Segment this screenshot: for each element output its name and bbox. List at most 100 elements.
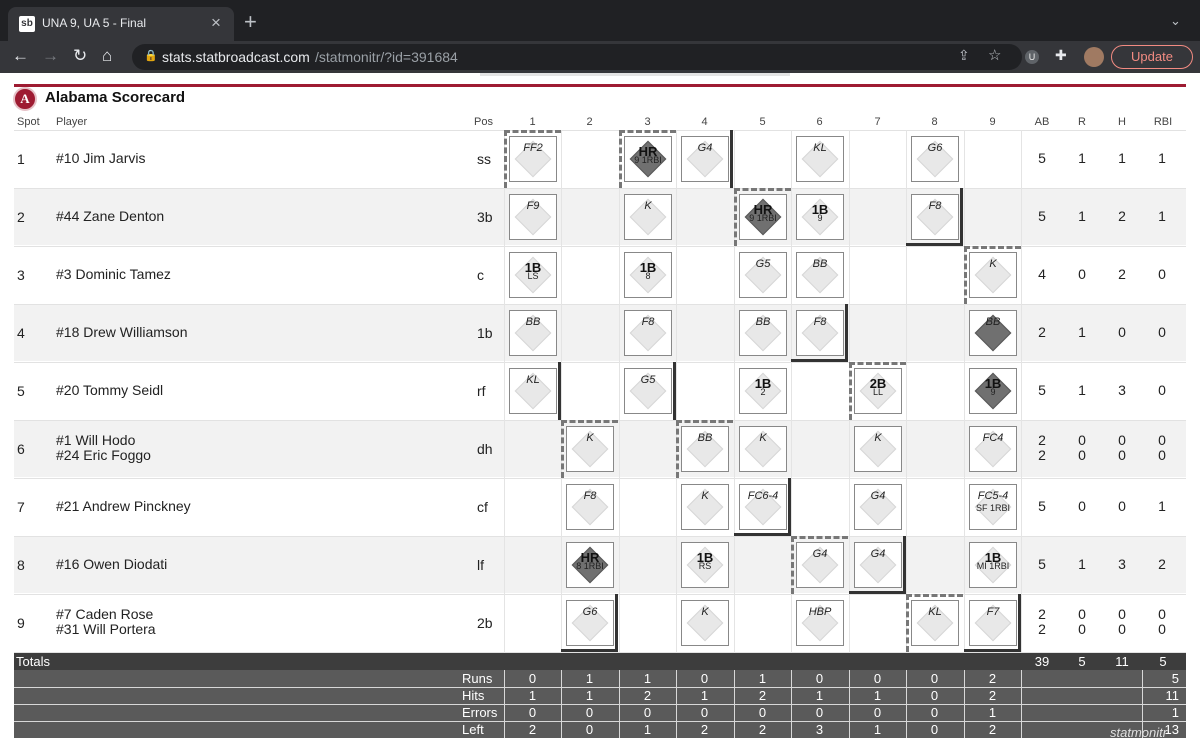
player-name[interactable]: #18 Drew Williamson — [56, 325, 187, 340]
play-result: F7 — [986, 606, 1000, 618]
plate-appearance-box[interactable]: FC6-4 — [739, 484, 787, 530]
bookmark-star-icon[interactable]: ☆ — [988, 46, 1001, 64]
stat-r: 1 — [1078, 556, 1086, 572]
play-result: G4 — [870, 490, 886, 502]
plate-appearance-box[interactable]: FC5-4 SF 1RBI — [969, 484, 1017, 530]
line-score-value: 0 — [873, 671, 882, 686]
address-bar[interactable]: 🔒 stats.statbroadcast.com /statmonitr/?i… — [132, 44, 1022, 70]
plate-appearance-box[interactable]: BB — [739, 310, 787, 356]
player-name[interactable]: #31 Will Portera — [56, 622, 156, 637]
stat-ab: 2 — [1038, 324, 1046, 340]
scorecard-panel — [14, 84, 1186, 750]
player-name[interactable]: #3 Dominic Tamez — [56, 267, 171, 282]
plate-appearance-box[interactable]: F9 — [509, 194, 557, 240]
player-name[interactable]: #24 Eric Foggo — [56, 448, 151, 463]
plate-appearance-box[interactable]: FC4 — [969, 426, 1017, 472]
lock-icon[interactable]: 🔒 — [144, 49, 158, 62]
puzzle-extensions-icon[interactable]: ✚ — [1055, 47, 1067, 64]
player-name[interactable]: #10 Jim Jarvis — [56, 151, 145, 166]
plate-appearance-box[interactable]: BB — [681, 426, 729, 472]
plate-appearance-box[interactable]: 1B 2 — [739, 368, 787, 414]
plate-appearance-box[interactable]: F8 — [911, 194, 959, 240]
back-arrow-icon[interactable]: ← — [12, 46, 29, 66]
plate-appearance-box[interactable]: 1B RS — [681, 542, 729, 588]
plate-appearance-box[interactable]: BB — [796, 252, 844, 298]
player-name[interactable]: #21 Andrew Pinckney — [56, 499, 191, 514]
play-result: G5 — [755, 258, 771, 270]
stat-ab: 5 — [1038, 556, 1046, 572]
plate-appearance-box[interactable]: G5 — [624, 368, 672, 414]
plate-appearance-box[interactable]: K — [969, 252, 1017, 298]
header-h: H — [1118, 116, 1126, 128]
player-name[interactable]: #7 Caden Rose — [56, 607, 153, 622]
player-name[interactable]: #20 Tommy Seidl — [56, 383, 163, 398]
plate-appearance-box[interactable]: HR 9 1RBI — [624, 136, 672, 182]
play-result: KL — [526, 374, 540, 386]
stat-h: 0 — [1118, 606, 1126, 622]
update-button[interactable]: Update — [1111, 45, 1193, 69]
plate-appearance-box[interactable]: KL — [796, 136, 844, 182]
player-name[interactable]: #16 Owen Diodati — [56, 557, 167, 572]
plate-appearance-box[interactable]: K — [681, 484, 729, 530]
plate-appearance-box[interactable]: 1B LS — [509, 252, 557, 298]
plate-appearance-box[interactable]: F8 — [796, 310, 844, 356]
line-score-value: 1 — [815, 688, 824, 703]
play-result: K — [644, 200, 652, 212]
plate-appearance-box[interactable]: K — [739, 426, 787, 472]
inning-header-6: 6 — [816, 116, 823, 128]
plate-appearance-box[interactable]: HBP — [796, 600, 844, 646]
line-score-value: 0 — [930, 688, 939, 703]
plate-appearance-box[interactable]: K — [624, 194, 672, 240]
line-score-value: 1 — [585, 688, 594, 703]
plate-appearance-box[interactable]: G5 — [739, 252, 787, 298]
plate-appearance-box[interactable]: 1B 8 — [624, 252, 672, 298]
play-result: K — [759, 432, 767, 444]
line-score-value: 2 — [700, 722, 709, 737]
plate-appearance-box[interactable]: HR 8 1RBI — [566, 542, 614, 588]
plate-appearance-box[interactable]: G4 — [854, 484, 902, 530]
new-tab-icon[interactable]: + — [244, 11, 257, 33]
plate-appearance-box[interactable]: KL — [911, 600, 959, 646]
player-name[interactable]: #44 Zane Denton — [56, 209, 164, 224]
plate-appearance-box[interactable]: G6 — [911, 136, 959, 182]
profile-avatar[interactable] — [1084, 47, 1104, 67]
player-name[interactable]: #1 Will Hodo — [56, 433, 135, 448]
plate-appearance-box[interactable]: G4 — [796, 542, 844, 588]
plate-appearance-box[interactable]: G4 — [681, 136, 729, 182]
plate-appearance-box[interactable]: KL — [509, 368, 557, 414]
stat-rbi: 2 — [1158, 556, 1166, 572]
plate-appearance-box[interactable]: F7 — [969, 600, 1017, 646]
extension-icon[interactable]: U — [1025, 50, 1039, 64]
reload-icon[interactable]: ↻ — [73, 46, 87, 66]
share-icon[interactable]: ⇪ — [958, 47, 970, 64]
forward-arrow-icon[interactable]: → — [42, 46, 59, 66]
plate-appearance-box[interactable]: 1B MI 1RBI — [969, 542, 1017, 588]
plate-appearance-box[interactable]: 1B 9 — [969, 368, 1017, 414]
plate-appearance-box[interactable]: HR 9 1RBI — [739, 194, 787, 240]
stat-rbi: 0 — [1158, 382, 1166, 398]
plate-appearance-box[interactable]: BB — [509, 310, 557, 356]
stat-ab: 2 — [1038, 606, 1046, 622]
plate-appearance-box[interactable]: G6 — [566, 600, 614, 646]
plate-appearance-box[interactable]: K — [681, 600, 729, 646]
line-score-value: 1 — [873, 722, 882, 737]
browser-tab[interactable]: sb UNA 9, UA 5 - Final × — [8, 7, 234, 41]
home-icon[interactable]: ⌂ — [102, 46, 112, 66]
plate-appearance-box[interactable]: BB — [969, 310, 1017, 356]
column-divider — [504, 130, 505, 653]
close-tab-icon[interactable]: × — [211, 13, 221, 33]
play-result: KL — [928, 606, 942, 618]
stat-h: 0 — [1118, 432, 1126, 448]
play-result: FC5-4 — [977, 490, 1009, 502]
plate-appearance-box[interactable]: 1B 9 — [796, 194, 844, 240]
plate-appearance-box[interactable]: K — [854, 426, 902, 472]
spot-number: 2 — [17, 209, 25, 225]
plate-appearance-box[interactable]: 2B LL — [854, 368, 902, 414]
plate-appearance-box[interactable]: G4 — [854, 542, 902, 588]
plate-appearance-box[interactable]: K — [566, 426, 614, 472]
plate-appearance-box[interactable]: F8 — [566, 484, 614, 530]
plate-appearance-box[interactable]: FF2 — [509, 136, 557, 182]
plate-appearance-box[interactable]: F8 — [624, 310, 672, 356]
tab-search-chevron-icon[interactable]: ⌄ — [1170, 13, 1181, 29]
play-result: FC6-4 — [747, 490, 779, 502]
